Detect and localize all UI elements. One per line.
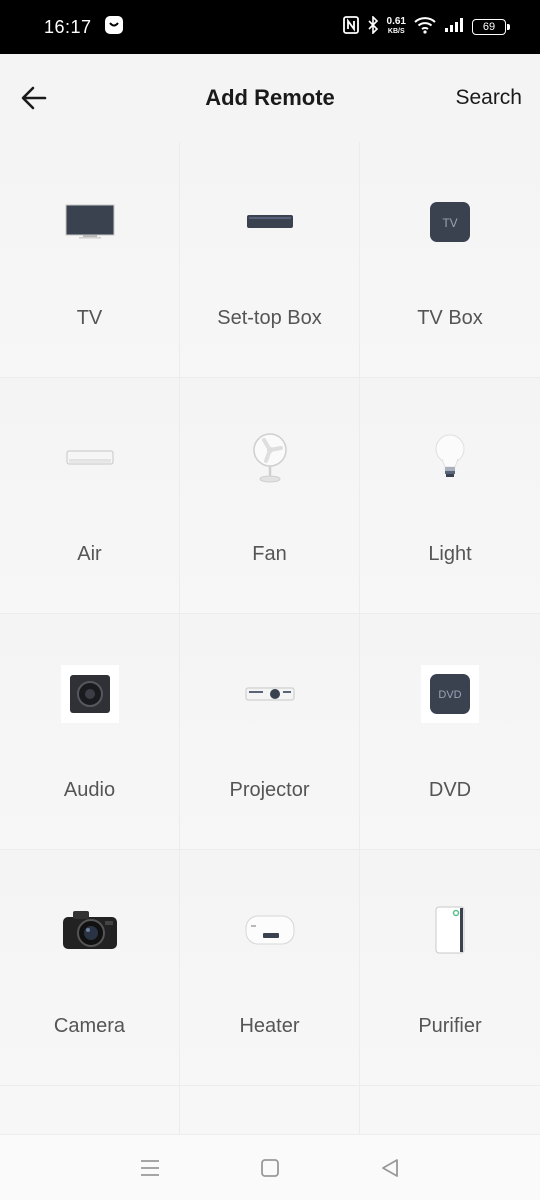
- device-set-top-box[interactable]: Set-top Box: [180, 142, 360, 378]
- air-purifier-icon: [415, 900, 485, 960]
- device-light[interactable]: Light: [360, 378, 540, 614]
- tv-box-icon-text: TV: [442, 216, 457, 230]
- device-heater[interactable]: Heater: [180, 850, 360, 1086]
- nfc-icon: [342, 15, 359, 39]
- device-label: TV Box: [417, 307, 483, 329]
- tv-box-icon: TV: [415, 192, 485, 252]
- dvd-icon-text: DVD: [438, 689, 461, 701]
- search-button[interactable]: Search: [455, 86, 522, 110]
- grid-cell-partial: [0, 1086, 180, 1134]
- device-label: Audio: [63, 779, 116, 801]
- fan-icon: [235, 428, 305, 488]
- device-audio[interactable]: Audio: [0, 614, 180, 850]
- menu-icon: [141, 1159, 159, 1176]
- app-header: Add Remote Search: [0, 54, 540, 142]
- system-nav-bar: [0, 1134, 540, 1200]
- battery-level: 69: [482, 21, 496, 33]
- network-speed: 0.61 KB/S: [387, 17, 406, 37]
- device-label: Set-top Box: [217, 307, 322, 329]
- dvd-icon: DVD: [415, 664, 485, 724]
- device-label: TV: [76, 307, 103, 329]
- back-nav-button[interactable]: [370, 1148, 410, 1188]
- light-bulb-icon: [415, 428, 485, 488]
- projector-icon: [235, 664, 305, 724]
- arrow-left-icon: [21, 86, 47, 110]
- status-time: 16:17: [44, 16, 92, 37]
- grid-partial-row: [0, 1086, 540, 1134]
- device-label: Projector: [229, 779, 310, 801]
- menu-button[interactable]: [130, 1148, 170, 1188]
- device-fan[interactable]: Fan: [180, 378, 360, 614]
- home-button[interactable]: [250, 1148, 290, 1188]
- water-heater-icon: [235, 900, 305, 960]
- speed-value: 0.61: [386, 16, 406, 27]
- device-projector[interactable]: Projector: [180, 614, 360, 850]
- air-conditioner-icon: [55, 428, 125, 488]
- device-label: Fan: [252, 543, 287, 565]
- device-label: Camera: [53, 1015, 126, 1037]
- camera-icon: [55, 900, 125, 960]
- status-right: 0.61 KB/S 69: [342, 14, 510, 39]
- device-grid: TV Set-top Box TV TV Box Air Fan Light A…: [0, 142, 540, 1086]
- speaker-icon: [55, 664, 125, 724]
- notification-icon: [104, 15, 124, 40]
- device-label: Purifier: [418, 1015, 482, 1037]
- device-tv[interactable]: TV: [0, 142, 180, 378]
- device-tv-box[interactable]: TV TV Box: [360, 142, 540, 378]
- device-label: Light: [428, 543, 472, 565]
- device-air[interactable]: Air: [0, 378, 180, 614]
- status-left: 16:17: [44, 15, 124, 40]
- battery-icon: 69: [472, 19, 510, 35]
- back-button[interactable]: [16, 80, 52, 116]
- status-bar: 16:17 0.61 KB/S 69: [0, 0, 540, 54]
- grid-cell-partial: [360, 1086, 540, 1134]
- device-camera[interactable]: Camera: [0, 850, 180, 1086]
- speed-unit: KB/S: [387, 28, 405, 35]
- grid-cell-partial: [180, 1086, 360, 1134]
- signal-icon: [444, 17, 464, 38]
- bluetooth-icon: [367, 14, 379, 39]
- device-purifier[interactable]: Purifier: [360, 850, 540, 1086]
- device-label: DVD: [428, 779, 472, 801]
- set-top-box-icon: [235, 192, 305, 252]
- square-home-icon: [261, 1158, 279, 1177]
- wifi-icon: [414, 16, 436, 39]
- device-dvd[interactable]: DVD DVD: [360, 614, 540, 850]
- device-label: Air: [77, 543, 102, 565]
- device-label: Heater: [239, 1015, 300, 1037]
- triangle-back-icon: [382, 1158, 398, 1177]
- tv-icon: [55, 192, 125, 252]
